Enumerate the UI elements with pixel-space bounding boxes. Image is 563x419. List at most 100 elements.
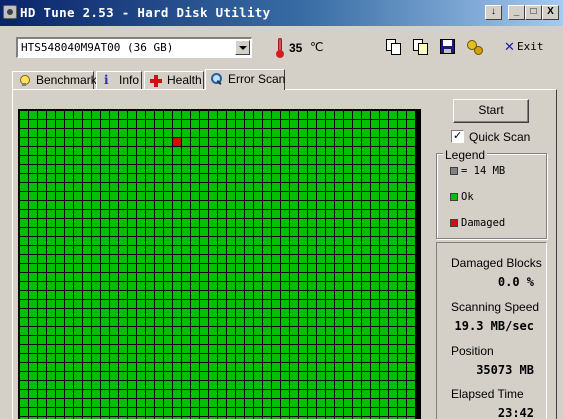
scan-block <box>20 318 28 326</box>
scan-block <box>83 210 91 218</box>
exit-button[interactable]: ✕ Exit <box>498 37 550 58</box>
scan-block <box>272 183 280 191</box>
scan-block <box>299 111 307 119</box>
scan-block <box>200 282 208 290</box>
scan-block <box>254 309 262 317</box>
scan-block <box>335 363 343 371</box>
scan-block <box>191 210 199 218</box>
copy-image-icon[interactable] <box>412 38 430 56</box>
scan-block <box>308 237 316 245</box>
scan-block <box>164 291 172 299</box>
scan-block <box>38 165 46 173</box>
tab-info-label: Info <box>119 73 140 87</box>
scan-block <box>128 156 136 164</box>
scan-block <box>245 237 253 245</box>
scan-block <box>20 390 28 398</box>
scan-block <box>128 183 136 191</box>
start-button[interactable]: Start <box>453 99 529 123</box>
scan-block <box>83 138 91 146</box>
scan-block <box>119 327 127 335</box>
scan-block <box>227 228 235 236</box>
scan-block <box>218 237 226 245</box>
scan-block <box>164 228 172 236</box>
scan-block <box>164 354 172 362</box>
scan-block <box>380 219 388 227</box>
scan-block <box>335 264 343 272</box>
scan-block <box>353 408 361 416</box>
scan-block <box>362 336 370 344</box>
scan-block <box>227 300 235 308</box>
scan-block <box>398 399 406 407</box>
scan-block <box>308 381 316 389</box>
scan-block <box>398 336 406 344</box>
minimize-button[interactable]: _ <box>508 5 525 20</box>
scan-block <box>218 147 226 155</box>
scan-block <box>380 327 388 335</box>
scan-block <box>254 318 262 326</box>
scan-block <box>335 210 343 218</box>
scan-block <box>299 282 307 290</box>
tab-error-scan[interactable]: Error Scan <box>205 69 285 90</box>
quick-scan-label[interactable]: Quick Scan <box>469 130 530 144</box>
scan-block <box>380 129 388 137</box>
options-icon[interactable] <box>466 38 484 56</box>
scan-block <box>407 381 415 389</box>
scan-block <box>335 345 343 353</box>
scan-block <box>209 264 217 272</box>
scan-block <box>407 183 415 191</box>
scan-block <box>236 120 244 128</box>
scan-block <box>38 201 46 209</box>
scan-block <box>335 219 343 227</box>
scan-block <box>353 345 361 353</box>
scan-block <box>362 255 370 263</box>
tab-info[interactable]: i Info <box>96 71 142 89</box>
close-button[interactable]: X <box>542 5 559 20</box>
scan-block <box>218 372 226 380</box>
scan-block <box>353 147 361 155</box>
scan-block <box>245 156 253 164</box>
chevron-down-icon[interactable] <box>235 40 250 55</box>
scan-block <box>164 219 172 227</box>
health-cross-icon <box>150 75 162 87</box>
scan-block <box>29 282 37 290</box>
minimize-to-tray-button[interactable]: ↓ <box>485 5 502 20</box>
scan-block <box>290 372 298 380</box>
scan-block <box>74 192 82 200</box>
scan-block <box>137 399 145 407</box>
checkmark-icon: ✓ <box>453 130 463 142</box>
scan-block <box>20 237 28 245</box>
scan-block <box>353 372 361 380</box>
scan-block <box>155 399 163 407</box>
scan-block <box>254 165 262 173</box>
scan-block <box>371 246 379 254</box>
drive-select[interactable]: HTS548040M9AT00 (36 GB) <box>16 37 252 58</box>
scan-block <box>155 408 163 416</box>
scan-block <box>290 147 298 155</box>
scan-block <box>254 192 262 200</box>
maximize-button[interactable]: □ <box>525 5 542 20</box>
scan-block <box>227 372 235 380</box>
scan-block <box>65 282 73 290</box>
scan-block <box>137 210 145 218</box>
quick-scan-checkbox[interactable]: ✓ <box>451 130 464 143</box>
scan-block <box>47 192 55 200</box>
scan-block <box>83 381 91 389</box>
copy-text-icon[interactable] <box>385 38 403 56</box>
tab-benchmark[interactable]: Benchmark <box>12 71 97 89</box>
scan-block <box>65 336 73 344</box>
scan-block <box>155 138 163 146</box>
scan-block <box>164 138 172 146</box>
scan-block <box>344 111 352 119</box>
scan-block <box>299 219 307 227</box>
tab-health[interactable]: Health <box>144 71 204 89</box>
scan-block <box>272 381 280 389</box>
scan-block <box>74 246 82 254</box>
scan-block <box>83 309 91 317</box>
scan-block <box>47 255 55 263</box>
save-icon[interactable] <box>439 38 457 56</box>
scan-block <box>398 345 406 353</box>
scan-block <box>164 300 172 308</box>
scan-block <box>353 156 361 164</box>
scan-block <box>29 318 37 326</box>
scan-block <box>155 129 163 137</box>
